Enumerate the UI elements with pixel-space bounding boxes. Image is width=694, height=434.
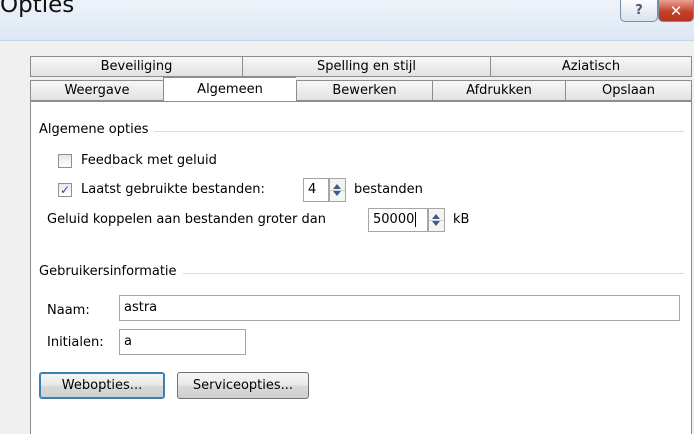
name-label: Naam: xyxy=(47,303,90,318)
tab-row-bottom: Weergave Algemeen Bewerken Afdrukken Ops… xyxy=(30,77,692,101)
close-button[interactable]: ✕ xyxy=(658,0,694,22)
web-options-button[interactable]: Webopties... xyxy=(39,372,165,399)
tab-aziatisch[interactable]: Aziatisch xyxy=(490,56,692,77)
name-input[interactable]: astra xyxy=(119,295,680,321)
general-options-heading: Algemene opties xyxy=(39,122,155,137)
title-bar: Opties ? ✕ xyxy=(0,0,694,41)
tab-row-top: Beveiliging Spelling en stijl Aziatisch xyxy=(30,56,692,77)
tab-beveiliging[interactable]: Beveiliging xyxy=(30,56,242,77)
spin-down-icon xyxy=(432,221,440,226)
recent-files-spinner[interactable] xyxy=(329,178,346,202)
help-icon: ? xyxy=(635,3,643,18)
recent-files-label: Laatst gebruikte bestanden: xyxy=(81,182,265,197)
initials-input[interactable]: a xyxy=(119,329,246,355)
text-caret xyxy=(415,212,417,227)
sound-threshold-input[interactable]: 50000 xyxy=(368,208,428,232)
service-options-button[interactable]: Serviceopties... xyxy=(177,372,309,399)
initials-label: Initialen: xyxy=(47,335,104,350)
sound-threshold-value: 50000 xyxy=(373,212,415,227)
sound-threshold-label: Geluid koppelen aan bestanden groter dan xyxy=(47,212,326,227)
general-tab-panel: Algemene opties Feedback met geluid ✓ La… xyxy=(30,101,692,434)
tab-spelling-en-stijl[interactable]: Spelling en stijl xyxy=(242,56,490,77)
spin-up-icon xyxy=(432,214,440,219)
close-icon: ✕ xyxy=(669,1,683,20)
spin-down-icon xyxy=(333,191,341,196)
tab-algemeen[interactable]: Algemeen xyxy=(163,77,296,101)
recent-files-checkbox[interactable]: ✓ xyxy=(58,183,72,197)
checkmark-icon: ✓ xyxy=(59,183,71,197)
tab-opslaan[interactable]: Opslaan xyxy=(565,80,692,101)
sound-threshold-spinner[interactable] xyxy=(428,208,445,232)
feedback-checkbox[interactable] xyxy=(58,154,72,168)
tab-afdrukken[interactable]: Afdrukken xyxy=(432,80,565,101)
tab-bewerken[interactable]: Bewerken xyxy=(296,80,432,101)
recent-files-suffix: bestanden xyxy=(354,182,423,197)
help-button[interactable]: ? xyxy=(620,0,658,22)
spin-up-icon xyxy=(333,184,341,189)
recent-files-count-input[interactable]: 4 xyxy=(303,178,329,202)
sound-threshold-unit: kB xyxy=(453,212,470,227)
feedback-label: Feedback met geluid xyxy=(81,153,217,168)
tab-weergave[interactable]: Weergave xyxy=(30,80,163,101)
user-info-heading: Gebruikersinformatie xyxy=(39,264,183,279)
window-title: Opties xyxy=(0,0,75,18)
